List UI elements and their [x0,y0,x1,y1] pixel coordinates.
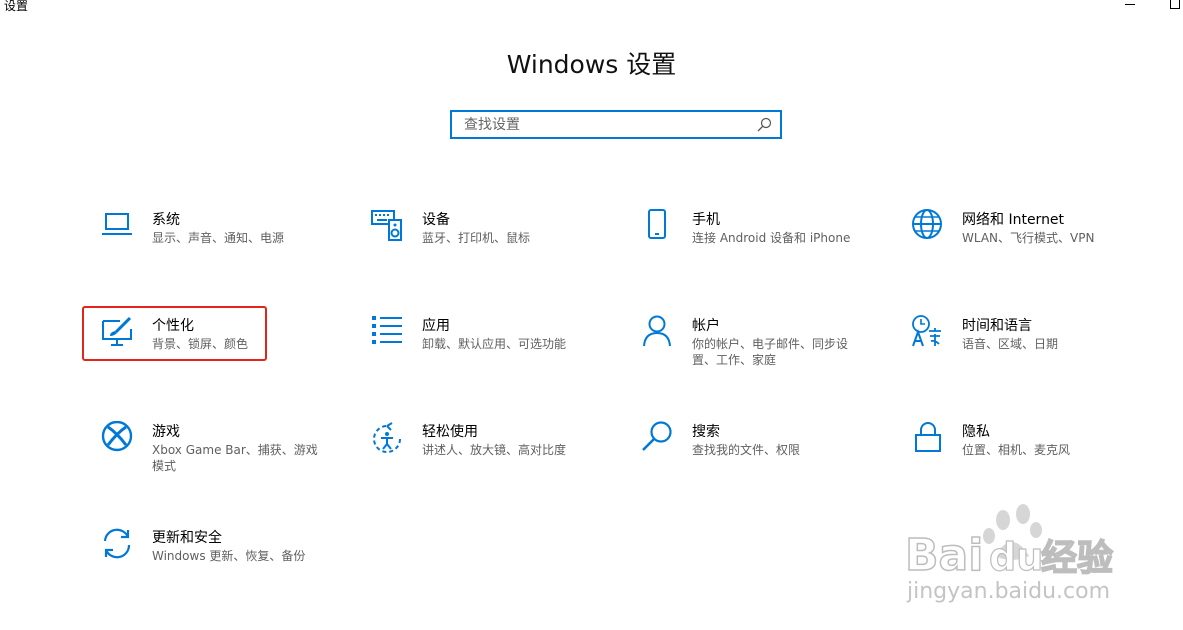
search-icon [642,421,672,451]
tile-desc: 显示、声音、通知、电源 [152,231,285,245]
tile-gaming[interactable]: 游戏 Xbox Game Bar、捕获、游戏模式 [100,421,330,491]
tile-devices[interactable]: 设备 蓝牙、打印机、鼠标 [370,209,600,279]
tile-title: 隐私 [962,424,990,440]
person-icon [643,315,671,347]
time-language-icon [912,315,941,347]
apps-list-icon [372,316,402,344]
highlight-box [82,306,267,361]
ease-of-access-icon [373,422,401,453]
tile-desc: Xbox Game Bar、捕获、游戏模式 [152,443,318,473]
tile-title: 游戏 [152,424,180,440]
tile-privacy[interactable]: 隐私 位置、相机、麦克风 [910,421,1140,491]
tile-system[interactable]: 系统 显示、声音、通知、电源 [100,209,330,279]
tile-title: 轻松使用 [422,424,478,440]
watermark-brand: Bai [905,530,983,581]
watermark-url: jingyan.baidu.com [906,579,1110,604]
tile-desc: 卸载、默认应用、可选功能 [422,337,567,351]
tile-apps[interactable]: 应用 卸载、默认应用、可选功能 [370,315,600,385]
page-title: Windows 设置 [506,50,677,79]
phone-icon [648,209,666,239]
tile-title: 搜索 [692,424,720,440]
tile-title: 系统 [152,212,180,228]
tile-desc: 讲述人、放大镜、高对比度 [422,443,567,457]
tile-phone[interactable]: 手机 连接 Android 设备和 iPhone [640,209,870,279]
lock-icon [915,422,941,452]
tile-title: 应用 [422,318,450,334]
tile-desc: 位置、相机、麦克风 [962,443,1071,457]
tile-search[interactable]: 搜索 查找我的文件、权限 [640,421,870,491]
search-box[interactable] [450,110,782,139]
tile-desc: Windows 更新、恢复、备份 [152,549,306,563]
tile-desc: 语音、区域、日期 [962,337,1059,351]
maximize-button[interactable] [1165,0,1183,12]
tile-title: 帐户 [692,318,720,334]
tile-desc: 蓝牙、打印机、鼠标 [422,231,531,245]
sync-icon [103,528,131,559]
search-icon[interactable] [756,117,772,133]
globe-icon [912,209,942,239]
tile-desc: 查找我的文件、权限 [692,443,801,457]
window-title: 设置 [4,0,29,13]
tile-title: 手机 [692,212,720,228]
tile-title: 时间和语言 [962,318,1032,334]
tile-ease-of-access[interactable]: 轻松使用 讲述人、放大镜、高对比度 [370,421,600,491]
tile-title: 更新和安全 [152,530,222,546]
tile-desc: 连接 Android 设备和 iPhone [692,231,851,245]
tile-desc: WLAN、飞行模式、VPN [962,231,1095,245]
xbox-icon [101,421,133,452]
title-bar: 设置 [0,0,1183,14]
tile-title: 设备 [422,212,450,228]
tile-accounts[interactable]: 帐户 你的帐户、电子邮件、同步设置、工作、家庭 [640,315,870,385]
tile-update-security[interactable]: 更新和安全 Windows 更新、恢复、备份 [100,527,330,597]
tile-time-language[interactable]: 时间和语言 语音、区域、日期 [910,315,1140,385]
keyboard-speaker-icon [371,210,402,241]
watermark-brand-cn: 经验 [1041,538,1113,579]
tile-network[interactable]: 网络和 Internet WLAN、飞行模式、VPN [910,209,1140,279]
tile-desc: 你的帐户、电子邮件、同步设置、工作、家庭 [692,337,849,367]
laptop-icon [102,213,132,235]
minimize-button[interactable] [1120,0,1140,12]
search-input[interactable] [462,112,756,137]
baidu-jingyan-watermark: Bai du 经验 jingyan.baidu.com [905,504,1114,604]
watermark-brand-2: du [989,535,1043,579]
tile-title: 网络和 Internet [962,212,1065,228]
